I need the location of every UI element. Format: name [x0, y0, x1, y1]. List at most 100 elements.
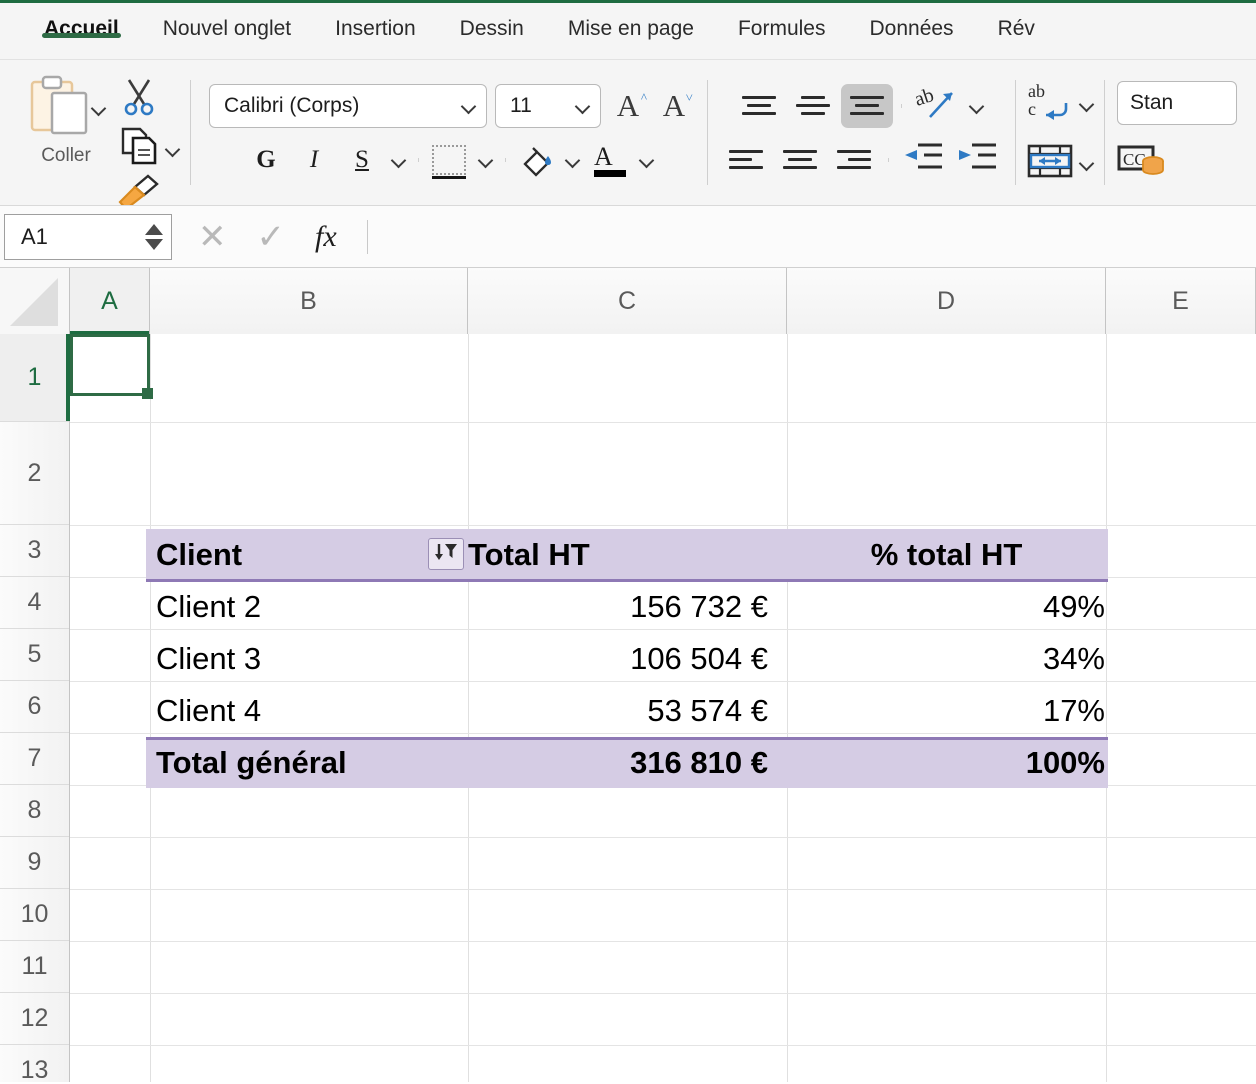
merge-cells-button[interactable] [1026, 142, 1094, 185]
pivot-row-2-client: Client 4 [156, 693, 262, 728]
tab-mise-en-page-label: Mise en page [567, 17, 694, 40]
filter-sort-icon [433, 541, 459, 568]
pivot-total-label: Total général [156, 745, 347, 780]
fill-color-chevron-down-icon[interactable] [560, 153, 586, 167]
svg-text:ab: ab [914, 84, 937, 111]
column-headers: A B C D E [0, 268, 1256, 335]
row-header-13-label: 13 [20, 1056, 49, 1082]
decrease-font-size-button[interactable]: A ˅ [655, 88, 693, 124]
font-family-select[interactable]: Calibri (Corps) [209, 83, 487, 128]
row-header-8-label: 8 [27, 796, 42, 824]
row-header-2[interactable]: 2 [0, 422, 69, 525]
borders-chevron-down-icon[interactable] [473, 153, 499, 167]
tab-mise-en-page[interactable]: Mise en page [546, 3, 716, 41]
fill-color-button[interactable] [512, 138, 560, 182]
ribbon-separator-2 [707, 80, 708, 185]
merge-cells-icon [1026, 142, 1074, 185]
column-header-a[interactable]: A [70, 268, 150, 335]
row-header-3[interactable]: 3 [0, 525, 69, 577]
align-left-button[interactable] [720, 138, 772, 182]
increase-font-size-button[interactable]: A ^ [609, 88, 647, 124]
tab-revision[interactable]: Rév [976, 3, 1057, 41]
confirm-formula-button[interactable]: ✓ [257, 220, 286, 254]
row-header-5[interactable]: 5 [0, 629, 69, 681]
gridline-vertical-d [1106, 334, 1107, 1082]
paste-button[interactable]: Coller [14, 66, 118, 167]
align-bottom-button[interactable] [841, 83, 893, 128]
row-header-11[interactable]: 11 [0, 941, 69, 993]
align-center-button[interactable] [774, 138, 826, 182]
tab-nouvel-onglet[interactable]: Nouvel onglet [141, 3, 313, 41]
wrap-text-chevron-down-icon[interactable] [1080, 97, 1094, 111]
copy-chevron-down-icon[interactable] [166, 142, 180, 156]
row-header-9-label: 9 [27, 848, 42, 876]
text-orientation-chevron-down-icon[interactable] [964, 99, 990, 113]
increase-font-size-label: A [616, 87, 640, 123]
row-header-13[interactable]: 13 [0, 1045, 69, 1082]
bold-button[interactable]: G [242, 138, 290, 182]
column-header-b-label: B [300, 286, 317, 315]
ribbon-separator-font-a [418, 157, 419, 162]
selected-cell-a1 [70, 334, 150, 396]
decrease-font-size-label: A [662, 87, 686, 123]
copy-button[interactable] [118, 125, 180, 172]
align-top-button[interactable] [733, 84, 785, 128]
column-header-b[interactable]: B [150, 268, 468, 334]
font-color-chevron-down-icon[interactable] [634, 153, 660, 167]
tab-formules[interactable]: Formules [716, 3, 848, 41]
row-header-8[interactable]: 8 [0, 785, 69, 837]
align-right-button[interactable] [828, 138, 880, 182]
name-box[interactable]: A1 [4, 213, 172, 260]
cut-button[interactable] [118, 76, 160, 123]
formula-input[interactable] [390, 206, 1256, 267]
cancel-formula-button[interactable]: ✕ [198, 220, 227, 254]
gridline-horizontal-9 [70, 889, 1256, 890]
row-header-1[interactable]: 1 [0, 334, 70, 422]
underline-button[interactable]: S [338, 138, 386, 182]
text-orientation-button[interactable]: ab [910, 84, 962, 128]
insert-function-button[interactable]: fx [315, 220, 337, 254]
gridline-horizontal-12 [70, 1045, 1256, 1046]
tab-dessin-label: Dessin [459, 17, 524, 40]
tab-donnees[interactable]: Données [848, 3, 976, 41]
wrap-merge-group: ab c [1022, 60, 1098, 205]
row-header-4[interactable]: 4 [0, 577, 69, 629]
row-header-10[interactable]: 10 [0, 889, 69, 941]
row-header-9[interactable]: 9 [0, 837, 69, 889]
name-box-spinner[interactable] [145, 223, 163, 250]
column-header-d[interactable]: D [787, 268, 1106, 334]
decrease-indent-button[interactable] [897, 138, 949, 182]
align-left-icon [729, 150, 763, 169]
tab-accueil[interactable]: Accueil [22, 3, 141, 41]
row-header-5-label: 5 [27, 640, 42, 668]
font-size-select[interactable]: 11 [495, 83, 601, 128]
align-middle-button[interactable] [787, 84, 839, 128]
italic-button[interactable]: I [290, 138, 338, 182]
number-format-select[interactable]: Stan [1117, 81, 1237, 125]
column-header-c[interactable]: C [468, 268, 787, 334]
gridline-horizontal-1 [70, 422, 1256, 423]
font-group: Calibri (Corps) 11 A ^ A ˅ G I S A [197, 60, 701, 205]
underline-chevron-down-icon[interactable] [386, 153, 412, 167]
column-header-e[interactable]: E [1106, 268, 1256, 334]
borders-button[interactable] [425, 138, 473, 182]
increase-indent-button[interactable] [951, 138, 1003, 182]
paste-chevron-down-icon[interactable] [92, 101, 106, 115]
column-header-a-label: A [101, 286, 118, 315]
tab-insertion[interactable]: Insertion [313, 3, 438, 41]
wrap-text-button[interactable]: ab c [1026, 81, 1094, 128]
sheet-cells-area[interactable]: Client Total HT % total HT Client 2 156 … [70, 334, 1256, 1082]
currency-format-button[interactable]: CC [1117, 139, 1169, 184]
gridline-horizontal-11 [70, 993, 1256, 994]
row-header-7[interactable]: 7 [0, 733, 69, 785]
fill-handle[interactable] [142, 388, 153, 399]
font-color-button[interactable]: A [586, 138, 634, 182]
format-painter-button[interactable] [118, 174, 160, 205]
row-header-12[interactable]: 12 [0, 993, 69, 1045]
ribbon-separator-font-b [505, 157, 506, 162]
tab-dessin[interactable]: Dessin [438, 3, 546, 41]
merge-cells-chevron-down-icon[interactable] [1080, 156, 1094, 170]
row-header-6[interactable]: 6 [0, 681, 69, 733]
select-all-corner-button[interactable] [0, 268, 70, 334]
pivot-filter-button[interactable] [428, 538, 464, 570]
